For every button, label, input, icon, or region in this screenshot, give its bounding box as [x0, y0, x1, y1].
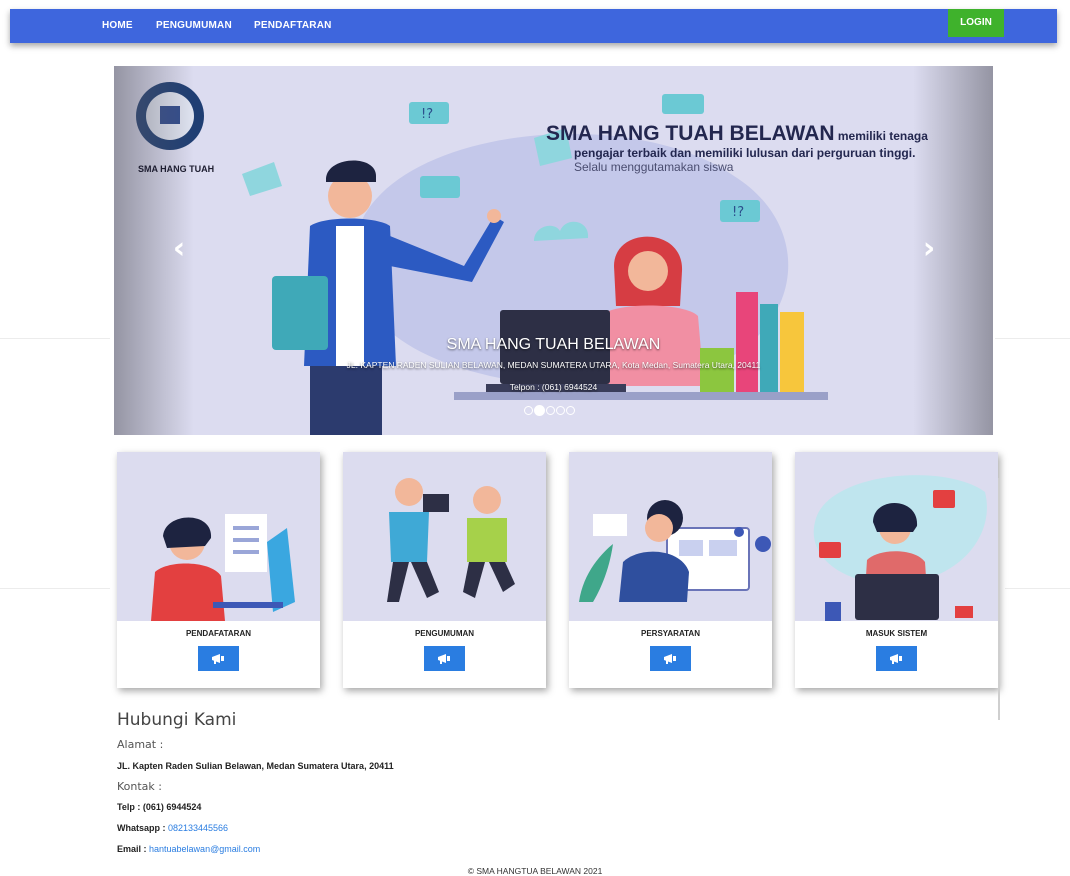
svg-text:!?: !? [421, 107, 433, 122]
nav-home[interactable]: HOME [102, 9, 133, 43]
contact-label: Kontak : [117, 780, 162, 793]
card-image [343, 452, 546, 621]
logo-caption: SMA HANG TUAH [138, 164, 215, 174]
divider [0, 338, 110, 339]
headline-small: memiliki tenaga [834, 129, 928, 143]
megaphone-icon [890, 654, 902, 664]
divider [995, 338, 1070, 339]
svg-text:!?: !? [732, 205, 744, 220]
megaphone-icon [664, 654, 676, 664]
headline-line3: Selalu menggutamakan siswa [574, 160, 734, 174]
telp-value: Telp : (061) 6944524 [117, 802, 202, 812]
megaphone-icon [438, 654, 450, 664]
headline-line2: pengajar terbaik dan memiliki lulusan da… [574, 146, 916, 160]
megaphone-icon [212, 654, 224, 664]
contact-title: Hubungi Kami [117, 710, 237, 730]
card-persyaratan: PERSYARATAN [569, 452, 772, 688]
caption-title: SMA HANG TUAH BELAWAN [446, 336, 661, 353]
card-image [117, 452, 320, 621]
scroll-divider [998, 478, 1000, 720]
address-value: JL. Kapten Raden Sulian Belawan, Medan S… [117, 761, 394, 771]
card-button[interactable] [876, 646, 917, 671]
hero-headline: SMA HANG TUAH BELAWAN memiliki tenaga pe… [546, 122, 986, 174]
nav-pendaftaran[interactable]: PENDAFTARAN [254, 9, 332, 43]
email-row: Email : hantuabelawan@gmail.com [117, 844, 260, 854]
nav-pengumuman[interactable]: PENGUMUMAN [156, 9, 232, 43]
caption-address: JL. KAPTEN RADEN SULIAN BELAWAN, MEDAN S… [346, 360, 761, 370]
card-pendaftaran: PENDAFATARAN [117, 452, 320, 688]
headline-big: SMA HANG TUAH BELAWAN [546, 122, 835, 145]
email-label: Email : [117, 844, 150, 854]
caption-phone: Telpon : (061) 6944524 [509, 382, 598, 392]
whatsapp-link[interactable]: 082133445566 [168, 823, 228, 833]
hero-carousel[interactable]: !? !? SMA HANG TUAH SMA HANG TUAH BELAWA… [114, 66, 993, 435]
card-title: PENGUMUMAN [414, 629, 475, 638]
card-masuk-sistem: MASUK SISTEM [795, 452, 998, 688]
divider [1005, 588, 1070, 589]
whatsapp-label: Whatsapp : [117, 823, 168, 833]
card-image [569, 452, 772, 621]
address-label: Alamat : [117, 738, 164, 751]
footer: © SMA HANGTUA BELAWAN 2021 [467, 866, 603, 876]
navbar: HOME PENGUMUMAN PENDAFTARAN LOGIN [10, 9, 1057, 43]
card-image [795, 452, 998, 621]
card-button[interactable] [650, 646, 691, 671]
email-link[interactable]: hantuabelawan@gmail.com [149, 844, 260, 854]
chevron-right-icon[interactable]: › [914, 234, 944, 264]
card-pengumuman: PENGUMUMAN [343, 452, 546, 688]
carousel-indicators [524, 402, 576, 417]
divider [0, 588, 110, 589]
whatsapp-row: Whatsapp : 082133445566 [117, 823, 228, 833]
card-button[interactable] [198, 646, 239, 671]
card-title: MASUK SISTEM [865, 629, 928, 638]
card-button[interactable] [424, 646, 465, 671]
card-title: PENDAFATARAN [185, 629, 252, 638]
login-button[interactable]: LOGIN [948, 9, 1004, 37]
chevron-left-icon[interactable]: ‹ [164, 234, 194, 264]
card-title: PERSYARATAN [641, 629, 700, 638]
